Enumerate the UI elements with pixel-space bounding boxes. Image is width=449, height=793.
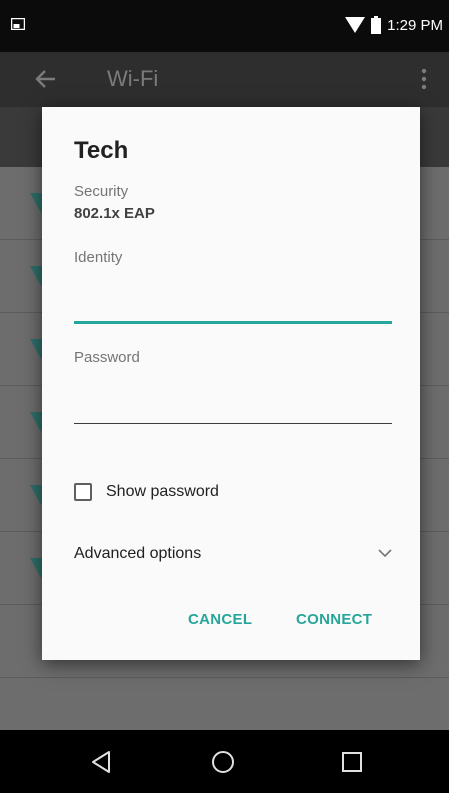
status-bar: 1:29 PM [0,0,449,52]
advanced-options-toggle[interactable]: Advanced options [74,542,392,568]
chevron-down-icon [378,549,392,558]
battery-icon [371,16,382,34]
recents-icon[interactable] [340,750,364,774]
app-bar: Wi-Fi [0,52,449,107]
wifi-signal-icon [345,17,366,33]
back-arrow-icon[interactable] [33,66,59,92]
status-icons: 1:29 PM [345,16,443,34]
nav-back-icon[interactable] [89,749,115,775]
status-time: 1:29 PM [387,16,443,34]
cancel-button[interactable]: CANCEL [186,607,254,632]
overflow-menu-icon[interactable] [421,68,427,90]
password-field[interactable] [74,383,392,424]
security-value: 802.1x EAP [74,205,155,222]
identity-field[interactable] [74,281,392,324]
password-label: Password [74,349,140,366]
show-password-row[interactable]: Show password [74,483,219,501]
navigation-bar [0,730,449,793]
advanced-options-label: Advanced options [74,545,202,562]
home-icon[interactable] [210,749,236,775]
connect-button[interactable]: CONNECT [294,607,374,632]
wifi-connect-dialog: Tech Security 802.1x EAP Identity Passwo… [42,107,420,660]
identity-label: Identity [74,249,123,266]
dialog-title: Tech [74,137,129,164]
security-label: Security [74,183,129,200]
show-password-label: Show password [106,483,219,500]
screenshot-icon [11,18,25,30]
show-password-checkbox[interactable] [74,483,92,501]
page-title: Wi-Fi [107,66,159,91]
